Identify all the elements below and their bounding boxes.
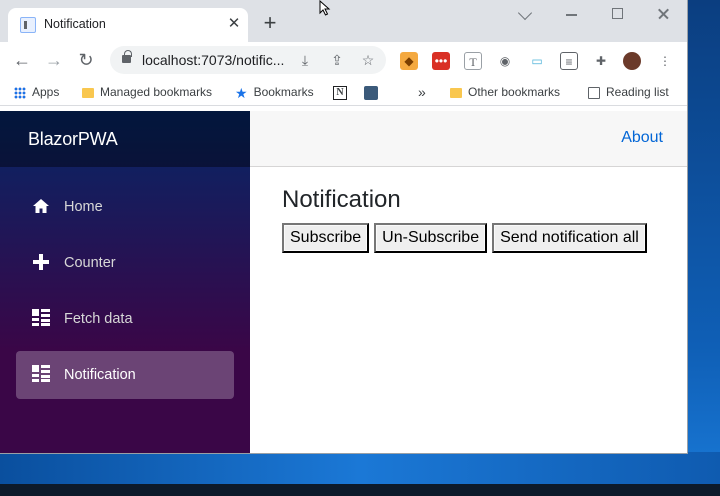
share-icon[interactable]: ⇪ [328, 51, 346, 69]
new-tab-button[interactable]: + [258, 12, 282, 36]
top-row: About [250, 111, 687, 167]
bookmark-managed[interactable]: Managed bookmarks [82, 84, 212, 100]
bookmark-notion[interactable]: N [333, 84, 353, 100]
button-row: Subscribe Un-Subscribe Send notification… [282, 223, 647, 253]
web-page: BlazorPWA Home Counter Fetch data Notifi… [0, 111, 687, 453]
page-favicon-icon [20, 17, 36, 33]
reader-extension-icon[interactable]: ≡ [560, 52, 578, 70]
extensions-puzzle-icon[interactable]: ✚ [592, 52, 610, 70]
chevron-down-icon[interactable] [517, 5, 533, 21]
minimize-icon[interactable] [566, 14, 577, 16]
mouse-cursor-icon [319, 0, 331, 16]
main-content: About Notification Subscribe Un-Subscrib… [250, 111, 687, 453]
sidebar-item-label: Notification [64, 367, 136, 383]
tab-strip: Notification ✕ + [0, 0, 687, 42]
install-app-icon[interactable]: ⤓ [296, 51, 314, 69]
bookmark-star-icon[interactable]: ☆ [359, 51, 377, 69]
url-text[interactable]: localhost:7073/notific... [142, 52, 292, 68]
profile-avatar[interactable] [623, 52, 641, 70]
lastpass-extension-icon[interactable]: ••• [432, 52, 450, 70]
bookmark-reading-list[interactable]: Reading list [588, 84, 669, 100]
app-square-icon [364, 85, 378, 100]
bookmark-label: Bookmarks [253, 85, 314, 99]
menu-kebab-icon[interactable]: ⋮ [656, 52, 674, 70]
tab-close-icon[interactable]: ✕ [225, 14, 243, 34]
brand-bar: BlazorPWA [0, 111, 250, 167]
sidebar-item-counter[interactable]: Counter [16, 239, 234, 287]
subscribe-button[interactable]: Subscribe [282, 223, 370, 253]
star-icon: ★ [235, 84, 248, 101]
browser-window: Notification ✕ + ← → ↻ localhost:7073/no… [0, 0, 687, 453]
folder-icon [450, 87, 462, 98]
folder-icon [82, 87, 94, 98]
page-title: Notification [282, 186, 401, 213]
forward-button[interactable]: → [42, 48, 66, 72]
reading-list-icon [588, 86, 600, 99]
tab-title: Notification [44, 17, 106, 31]
bookmark-apps[interactable]: Apps [14, 84, 59, 100]
bookmark-label: Other bookmarks [468, 85, 561, 99]
plus-icon [32, 253, 50, 271]
video-extension-icon[interactable]: ▭ [528, 52, 546, 70]
sidebar-item-label: Fetch data [64, 311, 133, 327]
send-notification-all-button[interactable]: Send notification all [492, 223, 647, 253]
list-icon [32, 309, 50, 326]
desktop-wallpaper-strip [0, 452, 720, 484]
bookmarks-bar: Apps Managed bookmarks ★ Bookmarks N » Ot… [0, 78, 687, 106]
bookmark-other[interactable]: Other bookmarks [450, 84, 560, 100]
home-icon [33, 199, 49, 213]
sidebar-item-label: Counter [64, 255, 116, 271]
sidebar: BlazorPWA Home Counter Fetch data Notifi… [0, 111, 250, 453]
brand-link[interactable]: BlazorPWA [28, 129, 118, 150]
unsubscribe-button[interactable]: Un-Subscribe [374, 223, 488, 253]
fox-extension-icon[interactable]: ◆ [400, 52, 418, 70]
back-button[interactable]: ← [10, 48, 34, 72]
notion-icon: N [333, 85, 347, 100]
about-link[interactable]: About [621, 129, 663, 147]
tab-notification[interactable]: Notification ✕ [8, 8, 248, 42]
address-bar[interactable]: localhost:7073/notific... ⤓ ⇪ ☆ [110, 46, 386, 74]
sidebar-item-fetch-data[interactable]: Fetch data [16, 295, 234, 343]
maximize-icon[interactable] [612, 8, 623, 19]
taskbar [0, 484, 720, 496]
apps-grid-icon [14, 86, 26, 99]
bookmark-bookmarks[interactable]: ★ Bookmarks [235, 84, 314, 101]
close-window-icon[interactable] [653, 4, 673, 24]
sidebar-item-notification[interactable]: Notification [16, 351, 234, 399]
camera-extension-icon[interactable]: ◉ [496, 52, 514, 70]
bookmark-label: Managed bookmarks [100, 85, 213, 99]
bookmark-label: Reading list [606, 85, 669, 99]
reload-button[interactable]: ↻ [74, 48, 98, 72]
sidebar-item-label: Home [64, 199, 103, 215]
lock-icon[interactable] [122, 50, 132, 63]
bookmark-label: Apps [32, 85, 60, 99]
sidebar-item-home[interactable]: Home [16, 183, 234, 231]
text-extension-icon[interactable]: T [464, 52, 482, 70]
browser-toolbar: ← → ↻ localhost:7073/notific... ⤓ ⇪ ☆ ◆ … [0, 42, 687, 78]
bookmark-linear[interactable] [364, 84, 384, 100]
list-icon [32, 365, 50, 382]
bookmarks-overflow-button[interactable]: » [418, 84, 426, 100]
